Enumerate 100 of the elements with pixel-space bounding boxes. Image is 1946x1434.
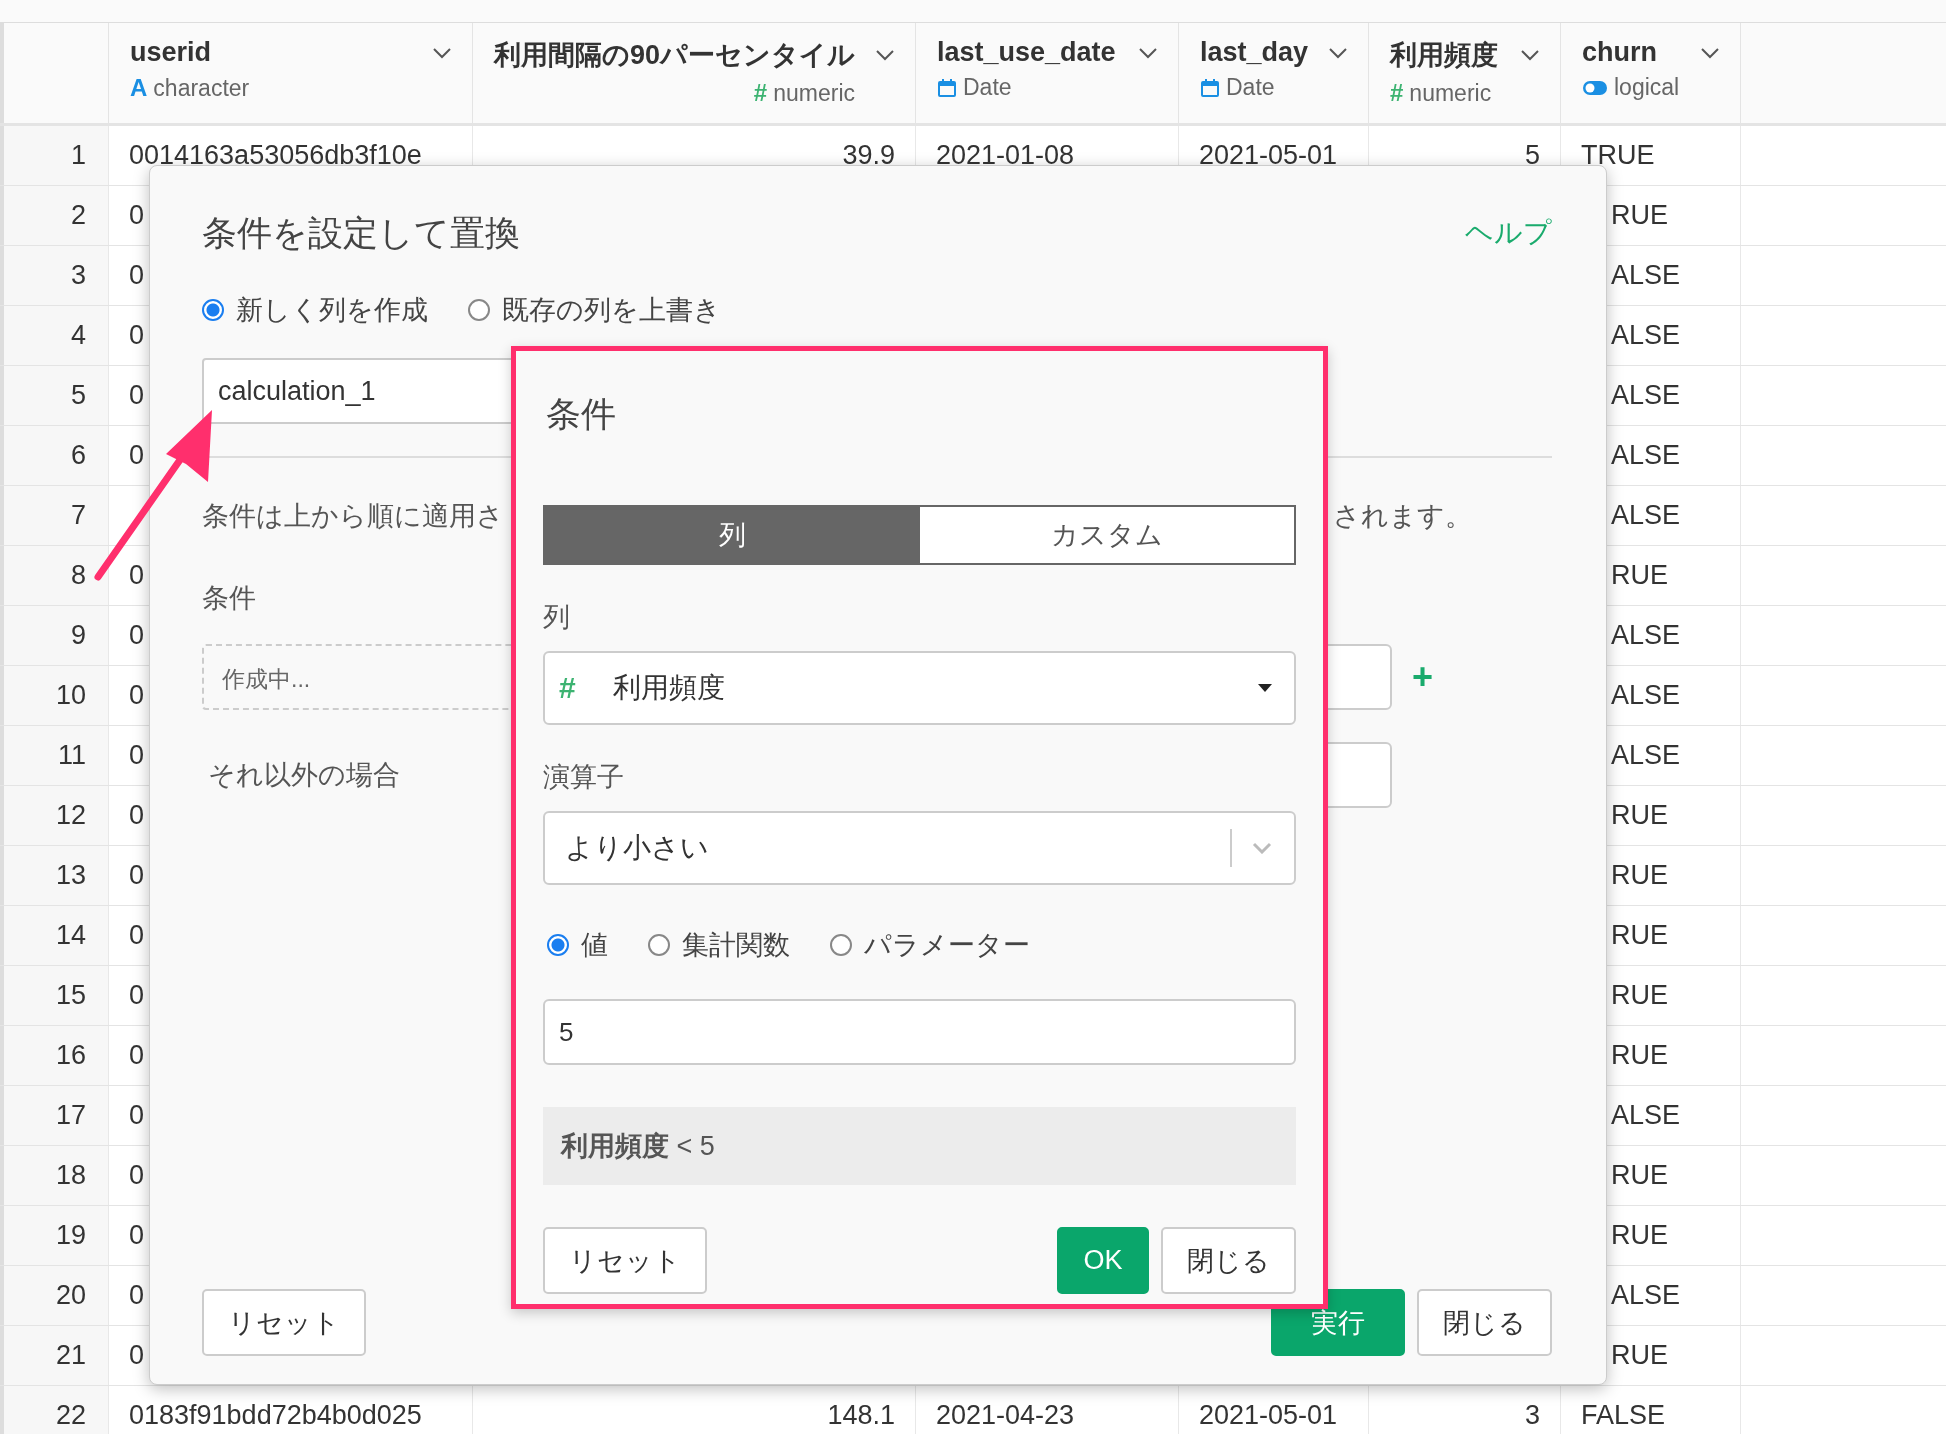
row-number: 14 [55, 920, 86, 951]
table-cell: RUE [1611, 800, 1668, 831]
row-number: 11 [57, 740, 86, 771]
table-cell: TRUE [1581, 140, 1655, 171]
row-number: 13 [55, 860, 86, 891]
row-number: 5 [70, 380, 86, 411]
chevron-down-icon[interactable] [1700, 46, 1720, 59]
chevron-down-icon[interactable] [1138, 46, 1158, 59]
close-button[interactable]: 閉じる [1161, 1227, 1296, 1294]
table-cell: ALSE [1611, 380, 1681, 411]
column-type: Date [963, 74, 1012, 101]
value-field[interactable]: 5 [543, 999, 1296, 1065]
table-cell: RUE [1611, 200, 1668, 231]
column-label: 列 [543, 601, 571, 631]
else-label: それ以外の場合 [207, 759, 400, 792]
table-cell: ALSE [1611, 740, 1681, 771]
table-cell: 0 [129, 1160, 145, 1191]
table-cell: 0 [129, 1220, 145, 1251]
column-type: numeric [1409, 79, 1492, 107]
table-cell: ALSE [1611, 260, 1681, 291]
row-number: 3 [70, 260, 86, 291]
radio-option[interactable]: 新しく列を作成 [202, 292, 428, 328]
row-number: 4 [70, 320, 86, 351]
row-number: 7 [70, 500, 86, 531]
table-cell: 0 [129, 1040, 145, 1071]
column-type: numeric [773, 79, 855, 107]
table-cell: FALSE [1581, 1400, 1666, 1431]
table-cell: 0183f91bdd72b4b0d025 [129, 1400, 422, 1431]
table-cell: 3 [1524, 1400, 1540, 1431]
table-cell: 0 [129, 920, 145, 951]
row-number: 21 [55, 1340, 86, 1371]
chevron-down-icon[interactable] [1520, 49, 1540, 61]
row-number: 16 [55, 1040, 86, 1071]
table-cell: RUE [1611, 560, 1668, 591]
table-cell: ALSE [1611, 1280, 1681, 1311]
radio-option[interactable]: 集計関数 [648, 927, 790, 963]
row-number: 9 [70, 620, 86, 651]
column-name: 利用間隔の90パーセンタイル [494, 39, 856, 72]
column-name: last_day [1200, 37, 1309, 68]
table-cell: RUE [1611, 860, 1668, 891]
table-cell: 148.1 [827, 1400, 895, 1431]
row-number: 18 [55, 1160, 86, 1191]
table-cell: RUE [1611, 980, 1668, 1011]
radio-option[interactable]: パラメーター [830, 927, 1030, 963]
table-cell: RUE [1611, 1220, 1668, 1251]
conditions-label: 条件 [202, 582, 257, 615]
column-type: Date [1226, 74, 1275, 101]
table-cell: 0 [129, 1340, 145, 1371]
table-cell: ALSE [1611, 620, 1681, 651]
table-cell: ALSE [1611, 1100, 1681, 1131]
segment-tab[interactable]: 列 [545, 507, 920, 563]
row-number: 17 [55, 1100, 86, 1131]
caret-icon [1258, 684, 1272, 692]
reset-button[interactable]: リセット [202, 1289, 366, 1356]
table-cell: 2021-05-01 [1199, 1400, 1338, 1431]
preview-text: 利用頻度 < 5 [561, 1130, 715, 1163]
row-number: 1 [70, 140, 86, 171]
table-cell: ALSE [1611, 440, 1681, 471]
column-name: 利用頻度 [1390, 39, 1498, 72]
operator-select[interactable]: より小さい [543, 811, 1296, 885]
column-name: last_use_date [937, 37, 1116, 68]
type-icon: # [753, 79, 768, 107]
table-cell: 0 [129, 380, 145, 411]
radio-option[interactable]: 値 [547, 927, 608, 963]
segment-tab[interactable]: カスタム [919, 507, 1294, 563]
row-number: 10 [55, 680, 86, 711]
table-cell: 2021-01-08 [936, 140, 1075, 171]
table-cell: 0 [129, 1100, 145, 1131]
table-cell: 0 [129, 320, 145, 351]
row-number: 6 [70, 440, 86, 471]
table-cell: 0 [129, 560, 145, 591]
table-cell: 5 [1524, 140, 1540, 171]
row-number: 22 [55, 1400, 86, 1431]
table-cell: 2021-05-01 [1199, 140, 1338, 171]
table-cell: RUE [1611, 1160, 1668, 1191]
operator-label: 演算子 [543, 761, 625, 791]
calendar-icon [1200, 77, 1220, 98]
chevron-down-icon[interactable] [1328, 46, 1348, 59]
reset-button[interactable]: リセット [543, 1227, 707, 1294]
table-cell: RUE [1611, 1040, 1668, 1071]
note-text: 条件は上から順に適用さ [202, 500, 504, 533]
column-type: character [153, 74, 250, 102]
column-select[interactable]: # 利用頻度 [543, 651, 1296, 725]
column-name: churn [1582, 37, 1657, 68]
chevron-down-icon[interactable] [432, 46, 452, 59]
note-text: されます。 [1333, 500, 1472, 533]
close-button[interactable]: 閉じる [1417, 1289, 1552, 1356]
radio-option[interactable]: 既存の列を上書き [468, 292, 721, 328]
chevron-down-icon[interactable] [875, 49, 895, 61]
table-cell: 0 [129, 1280, 145, 1311]
table-cell: 2021-04-23 [936, 1400, 1075, 1431]
table-cell: 39.9 [842, 140, 895, 171]
table-cell: 0 [129, 740, 145, 771]
row-number: 19 [55, 1220, 86, 1251]
table-cell: RUE [1611, 1340, 1668, 1371]
calendar-icon [937, 77, 957, 98]
toggle-icon [1582, 79, 1608, 96]
table-cell: RUE [1611, 920, 1668, 951]
table-cell: 0 [129, 800, 145, 831]
type-icon: # [1390, 79, 1404, 107]
